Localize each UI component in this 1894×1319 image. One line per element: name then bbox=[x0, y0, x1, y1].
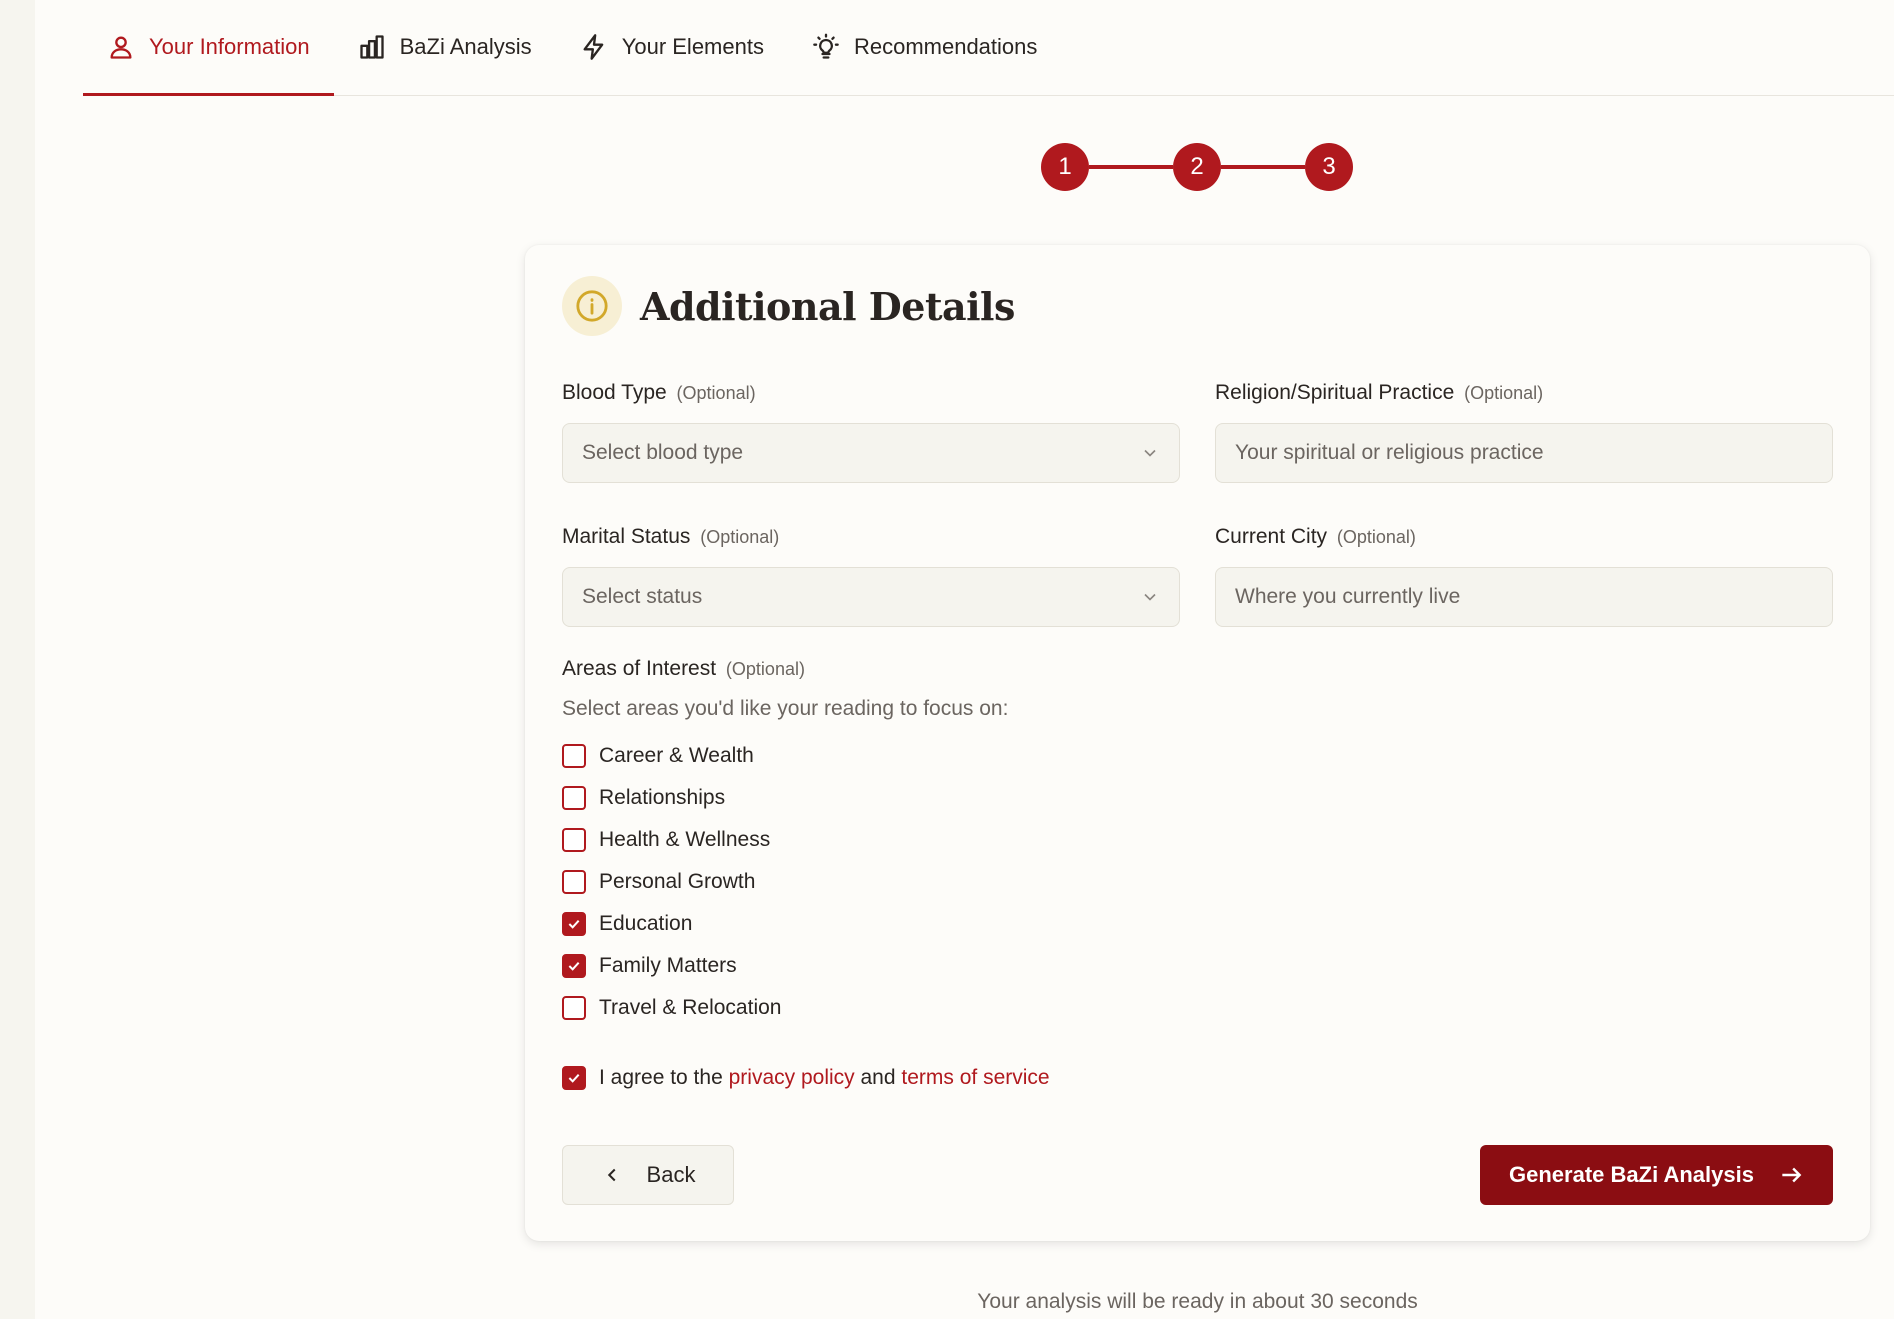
agree-terms-row: I agree to the privacy policy and terms … bbox=[562, 1066, 1050, 1090]
terms-of-service-link[interactable]: terms of service bbox=[901, 1066, 1049, 1089]
info-icon bbox=[576, 290, 608, 322]
religion-input-wrap bbox=[1215, 423, 1833, 483]
agree-middle: and bbox=[860, 1066, 896, 1089]
step-connector bbox=[1089, 165, 1173, 169]
back-button[interactable]: Back bbox=[562, 1145, 734, 1205]
privacy-policy-link[interactable]: privacy policy bbox=[729, 1066, 855, 1089]
tab-bar: Your Information BaZi Analysis Your Elem… bbox=[83, 0, 1894, 96]
blood-type-field: Blood Type (Optional) Select blood type bbox=[562, 381, 1180, 483]
field-label: Marital Status (Optional) bbox=[562, 525, 1180, 553]
field-label: Current City (Optional) bbox=[1215, 525, 1833, 553]
interest-label: Personal Growth bbox=[599, 870, 756, 893]
checkmark-icon bbox=[568, 1073, 580, 1083]
chevron-left-icon bbox=[607, 1168, 615, 1182]
interest-checkbox[interactable] bbox=[562, 912, 586, 936]
additional-details-card: Additional Details Blood Type (Optional)… bbox=[525, 245, 1870, 1241]
progress-stepper: 1 2 3 bbox=[1041, 143, 1353, 191]
lightbulb-icon bbox=[813, 33, 839, 59]
city-input[interactable] bbox=[1235, 585, 1813, 609]
step-3: 3 bbox=[1305, 143, 1353, 191]
card-header: Additional Details bbox=[562, 276, 1015, 336]
arrow-right-icon bbox=[1782, 1167, 1802, 1183]
interest-label: Health & Wellness bbox=[599, 828, 771, 851]
agree-text: I agree to the privacy policy and terms … bbox=[599, 1066, 1050, 1090]
label-text: Marital Status bbox=[562, 525, 691, 548]
select-placeholder: Select status bbox=[582, 585, 703, 608]
optional-tag: (Optional) bbox=[676, 383, 756, 403]
step-2: 2 bbox=[1173, 143, 1221, 191]
step-1: 1 bbox=[1041, 143, 1089, 191]
ready-time-note: Your analysis will be ready in about 30 … bbox=[977, 1290, 1418, 1313]
interest-option[interactable]: Education bbox=[562, 903, 1008, 945]
card-title: Additional Details bbox=[640, 283, 1015, 329]
interest-label: Relationships bbox=[599, 786, 726, 809]
tab-label: BaZi Analysis bbox=[399, 34, 532, 59]
field-label: Religion/Spiritual Practice (Optional) bbox=[1215, 381, 1833, 409]
interest-checkbox[interactable] bbox=[562, 996, 586, 1020]
interest-option[interactable]: Personal Growth bbox=[562, 861, 1008, 903]
step-connector bbox=[1221, 165, 1305, 169]
label-text: Areas of Interest bbox=[562, 657, 717, 680]
user-icon bbox=[110, 36, 132, 59]
agree-checkbox[interactable] bbox=[562, 1066, 586, 1090]
interest-hint: Select areas you'd like your reading to … bbox=[562, 697, 1009, 720]
interest-checkbox[interactable] bbox=[562, 828, 586, 852]
chevron-down-icon bbox=[1144, 449, 1156, 457]
interest-option[interactable]: Career & Wealth bbox=[562, 735, 1008, 777]
optional-tag: (Optional) bbox=[1464, 383, 1544, 403]
lightning-icon bbox=[583, 34, 604, 60]
checkmark-icon bbox=[568, 919, 580, 929]
interest-checkbox[interactable] bbox=[562, 954, 586, 978]
info-badge bbox=[562, 276, 622, 336]
optional-tag: (Optional) bbox=[700, 527, 780, 547]
tab-bazi-analysis[interactable]: BaZi Analysis bbox=[334, 0, 556, 95]
interest-option[interactable]: Travel & Relocation bbox=[562, 987, 1008, 1029]
interest-label: Travel & Relocation bbox=[599, 996, 782, 1019]
tab-recommendations[interactable]: Recommendations bbox=[788, 0, 1061, 95]
tab-label: Your Elements bbox=[621, 34, 764, 59]
chevron-down-icon bbox=[1144, 593, 1156, 601]
tab-label: Recommendations bbox=[853, 34, 1038, 59]
label-text: Current City bbox=[1215, 525, 1328, 548]
tab-your-elements[interactable]: Your Elements bbox=[556, 0, 788, 95]
current-city-field: Current City (Optional) bbox=[1215, 525, 1833, 627]
generate-bazi-analysis-button[interactable]: Generate BaZi Analysis bbox=[1480, 1145, 1833, 1205]
interest-checkbox[interactable] bbox=[562, 786, 586, 810]
religion-input[interactable] bbox=[1235, 441, 1813, 465]
interest-checkbox[interactable] bbox=[562, 870, 586, 894]
religion-field: Religion/Spiritual Practice (Optional) bbox=[1215, 381, 1833, 483]
label-text: Blood Type bbox=[562, 381, 667, 404]
marital-status-select[interactable]: Select status bbox=[562, 567, 1180, 627]
label-text: Religion/Spiritual Practice bbox=[1215, 381, 1455, 404]
interest-label: Career & Wealth bbox=[599, 744, 754, 767]
optional-tag: (Optional) bbox=[1336, 527, 1416, 547]
field-label: Areas of Interest (Optional) bbox=[562, 657, 1008, 685]
areas-of-interest: Areas of Interest (Optional) Select area… bbox=[562, 657, 1008, 1029]
select-placeholder: Select blood type bbox=[582, 441, 744, 464]
interest-option[interactable]: Relationships bbox=[562, 777, 1008, 819]
marital-status-field: Marital Status (Optional) Select status bbox=[562, 525, 1180, 627]
back-label: Back bbox=[646, 1162, 696, 1187]
tab-label: Your Information bbox=[149, 34, 310, 59]
field-label: Blood Type (Optional) bbox=[562, 381, 1180, 409]
agree-prefix: I agree to the bbox=[599, 1066, 723, 1089]
tab-your-information[interactable]: Your Information bbox=[83, 0, 334, 96]
interest-label: Education bbox=[599, 912, 693, 935]
interest-option[interactable]: Family Matters bbox=[562, 945, 1008, 987]
bar-chart-icon bbox=[359, 35, 384, 59]
interest-checkbox[interactable] bbox=[562, 744, 586, 768]
interest-checkbox-list: Career & Wealth Relationships Health & Wel… bbox=[562, 735, 1008, 1029]
interest-option[interactable]: Health & Wellness bbox=[562, 819, 1008, 861]
blood-type-select[interactable]: Select blood type bbox=[562, 423, 1180, 483]
generate-label: Generate BaZi Analysis bbox=[1509, 1162, 1754, 1187]
interest-label: Family Matters bbox=[599, 954, 737, 977]
checkmark-icon bbox=[568, 961, 580, 971]
city-input-wrap bbox=[1215, 567, 1833, 627]
main-content: Your Information BaZi Analysis Your Elem… bbox=[35, 0, 1894, 1319]
optional-tag: (Optional) bbox=[725, 659, 805, 679]
